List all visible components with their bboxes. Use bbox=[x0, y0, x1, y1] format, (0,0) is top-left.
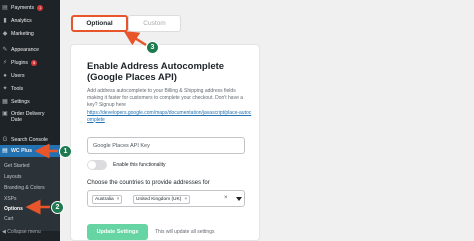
sidebar-item-analytics[interactable]: ▮ Analytics bbox=[0, 15, 60, 27]
countries-label: Choose the countries to provide addresse… bbox=[87, 180, 210, 186]
payments-icon: ▤ bbox=[2, 5, 8, 11]
sidebar-item-users[interactable]: ● Users bbox=[0, 70, 60, 82]
sidebar-item-marketing[interactable]: ◆ Marketing bbox=[0, 28, 60, 40]
submenu-item-layouts[interactable]: Layouts bbox=[4, 174, 22, 180]
toggle-knob bbox=[88, 161, 96, 169]
sidebar-item-plugins[interactable]: ⚡ Plugins 5 bbox=[0, 57, 60, 69]
sidebar-item-label: Search Console bbox=[11, 137, 48, 143]
wc-plus-icon: ▤ bbox=[2, 148, 8, 154]
order-delivery-icon: ▣ bbox=[2, 111, 8, 117]
tab-optional[interactable]: Optional bbox=[71, 15, 128, 32]
submenu-item-xsps[interactable]: XSPs bbox=[4, 196, 17, 202]
callout-badge: 2 bbox=[51, 201, 64, 214]
submenu-item-cart[interactable]: Cart bbox=[4, 216, 13, 222]
update-settings-button[interactable]: Update Settings bbox=[87, 224, 148, 240]
sidebar-item-label: Analytics bbox=[11, 18, 32, 24]
country-chip-label: Australia bbox=[95, 197, 114, 202]
country-chip-label: United Kingdom (UK) bbox=[136, 197, 182, 202]
sidebar-item-label-line2: Date bbox=[11, 117, 22, 123]
submenu-item-branding-colors[interactable]: Branding & Colors bbox=[4, 185, 45, 191]
sidebar-item-label: Payments bbox=[11, 5, 35, 11]
country-chip: Australia × bbox=[92, 195, 123, 204]
sidebar-item-payments[interactable]: ▤ Payments 1 bbox=[0, 2, 60, 14]
sidebar-item-label: Tools bbox=[11, 86, 24, 92]
google-docs-link[interactable]: https://developers.google.com/maps/docum… bbox=[87, 110, 253, 123]
submenu-item-options[interactable]: Options bbox=[4, 206, 23, 212]
sidebar-item-appearance[interactable]: ✎ Appearance bbox=[0, 44, 60, 56]
wc-plus-submenu: Get Started Layouts Branding & Colors XS… bbox=[0, 157, 60, 231]
sidebar-item-order-delivery-date[interactable]: ▣ Order Delivery Date bbox=[0, 111, 60, 131]
toggle-label: Enable this functionality bbox=[113, 162, 166, 168]
callout-badge: 3 bbox=[146, 41, 159, 54]
settings-icon: ▦ bbox=[2, 99, 8, 105]
users-icon: ● bbox=[3, 73, 7, 79]
sidebar-item-settings[interactable]: ▦ Settings bbox=[0, 96, 60, 108]
notification-badge: 5 bbox=[31, 60, 38, 66]
submenu-item-get-started[interactable]: Get Started bbox=[4, 163, 30, 169]
callout-badge: 1 bbox=[59, 145, 72, 158]
sidebar-item-label: Plugins bbox=[11, 60, 29, 66]
api-key-input[interactable]: Google Places API Key bbox=[87, 137, 245, 154]
sidebar-item-label: Settings bbox=[11, 99, 30, 105]
notification-badge: 1 bbox=[37, 5, 44, 11]
remove-chip-icon[interactable]: × bbox=[184, 197, 187, 202]
clear-all-icon[interactable]: × bbox=[224, 195, 228, 201]
card-title: Enable Address Autocomplete (Google Plac… bbox=[87, 61, 225, 83]
country-chip: United Kingdom (UK) × bbox=[133, 195, 191, 204]
sidebar-item-label: Users bbox=[11, 73, 25, 79]
plugins-icon: ⚡ bbox=[2, 60, 8, 66]
update-note: This will update all settings bbox=[155, 229, 215, 235]
sidebar-item-tools[interactable]: ✦ Tools bbox=[0, 83, 60, 95]
sidebar-item-label: Marketing bbox=[11, 31, 34, 37]
tools-icon: ✦ bbox=[2, 86, 8, 92]
tab-custom[interactable]: Custom bbox=[128, 15, 181, 32]
sidebar-item-label: Order Delivery Date bbox=[11, 111, 44, 123]
appearance-icon: ✎ bbox=[2, 47, 8, 53]
autocomplete-settings-card: Enable Address Autocomplete (Google Plac… bbox=[70, 44, 260, 241]
collapse-icon: ◀ bbox=[2, 229, 6, 235]
remove-chip-icon[interactable]: × bbox=[117, 197, 120, 202]
countries-select[interactable]: Australia × United Kingdom (UK) × × bbox=[87, 190, 245, 207]
sidebar-item-label: WC Plus bbox=[11, 148, 33, 154]
search-console-icon: G bbox=[2, 137, 8, 143]
chevron-down-icon[interactable] bbox=[236, 197, 242, 201]
sidebar-item-label: Appearance bbox=[11, 47, 39, 53]
sidebar-item-wc-plus[interactable]: ▤ WC Plus bbox=[0, 145, 60, 157]
collapse-menu-label: Collapse menu bbox=[7, 229, 41, 235]
enable-toggle[interactable] bbox=[87, 160, 107, 170]
card-description: Add address autocomplete to your Billing… bbox=[87, 88, 244, 108]
analytics-icon: ▮ bbox=[3, 18, 7, 24]
collapse-menu[interactable]: ◀ Collapse menu bbox=[2, 229, 41, 235]
marketing-icon: ◆ bbox=[2, 31, 8, 37]
